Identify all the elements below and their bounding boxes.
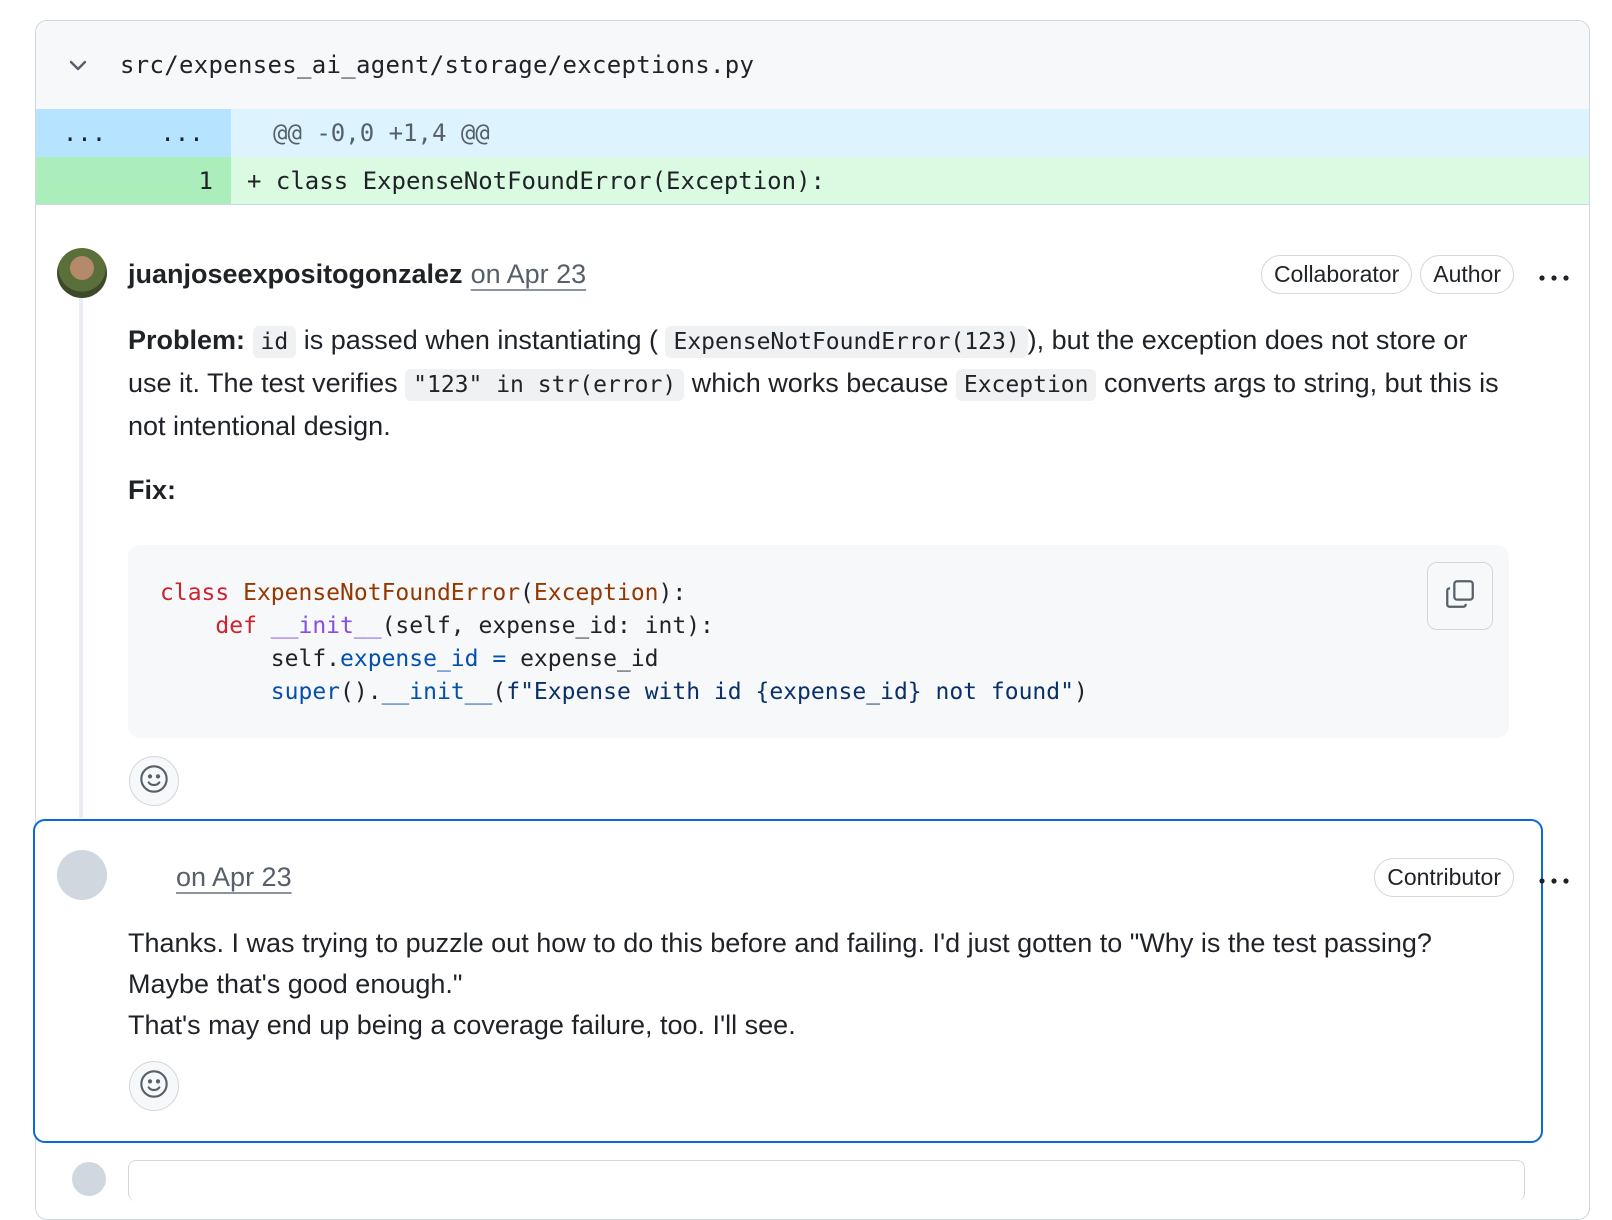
next-comment-box [128, 1160, 1525, 1201]
add-reaction-button[interactable] [129, 1061, 179, 1111]
file-path[interactable]: src/expenses_ai_agent/storage/exceptions… [120, 51, 754, 79]
smiley-icon [138, 1068, 170, 1105]
added-line-row: 1 + class ExpenseNotFoundError(Exception… [36, 157, 1589, 205]
comment-header: on Apr 23 Contributor [128, 855, 1572, 899]
code-snippet: class ExpenseNotFoundError(Exception): d… [160, 580, 1088, 705]
file-header: src/expenses_ai_agent/storage/exceptions… [36, 21, 1589, 109]
inline-code: Exception [955, 369, 1097, 401]
hunk-header-row: ... ... @@ -0,0 +1,4 @@ [36, 109, 1589, 157]
copy-button[interactable] [1427, 562, 1493, 630]
comment-author[interactable]: juanjoseexpositogonzalez [128, 259, 463, 290]
author-badge: Author [1420, 254, 1514, 294]
comment-body: Thanks. I was trying to puzzle out how t… [128, 923, 1508, 1046]
inline-code: ExpenseNotFoundError(123) [665, 326, 1028, 358]
new-line-gutter[interactable]: ... [133, 119, 231, 147]
add-reaction-button[interactable] [129, 756, 179, 806]
added-line-code: + class ExpenseNotFoundError(Exception): [247, 166, 825, 195]
kebab-horizontal-icon[interactable] [1536, 259, 1572, 290]
smiley-icon [138, 763, 170, 800]
comment-date[interactable]: on Apr 23 [176, 862, 292, 893]
thread-line [79, 296, 83, 818]
chevron-down-icon[interactable] [66, 53, 90, 77]
body-text: Thanks. I was trying to puzzle out how t… [128, 928, 1432, 999]
line-number[interactable]: 1 [36, 167, 231, 195]
hunk-header: @@ -0,0 +1,4 @@ [273, 119, 490, 147]
avatar[interactable] [72, 1162, 106, 1196]
comment-body: Problem: id is passed when instantiating… [128, 320, 1508, 447]
inline-code: "123" in str(error) [405, 369, 685, 401]
code-block: class ExpenseNotFoundError(Exception): d… [128, 545, 1509, 738]
avatar[interactable] [57, 850, 107, 900]
avatar[interactable] [57, 248, 107, 298]
hunk-gutter[interactable]: ... ... [36, 109, 231, 157]
comment-header: juanjoseexpositogonzalez on Apr 23 Colla… [128, 252, 1572, 296]
body-text: which works because [684, 368, 956, 398]
old-line-gutter[interactable]: ... [36, 119, 133, 147]
body-text: is passed when instantiating ( [296, 325, 658, 355]
fix-label: Fix: [128, 475, 177, 505]
inline-code: id [252, 326, 297, 358]
problem-label: Problem: [128, 325, 246, 355]
line-gutter[interactable]: 1 [36, 157, 231, 204]
collaborator-badge: Collaborator [1260, 254, 1413, 294]
copy-icon [1443, 577, 1477, 616]
comment-date[interactable]: on Apr 23 [471, 259, 587, 290]
kebab-horizontal-icon[interactable] [1536, 862, 1572, 893]
body-text: That's may end up being a coverage failu… [128, 1010, 796, 1040]
contributor-badge: Contributor [1374, 857, 1514, 897]
